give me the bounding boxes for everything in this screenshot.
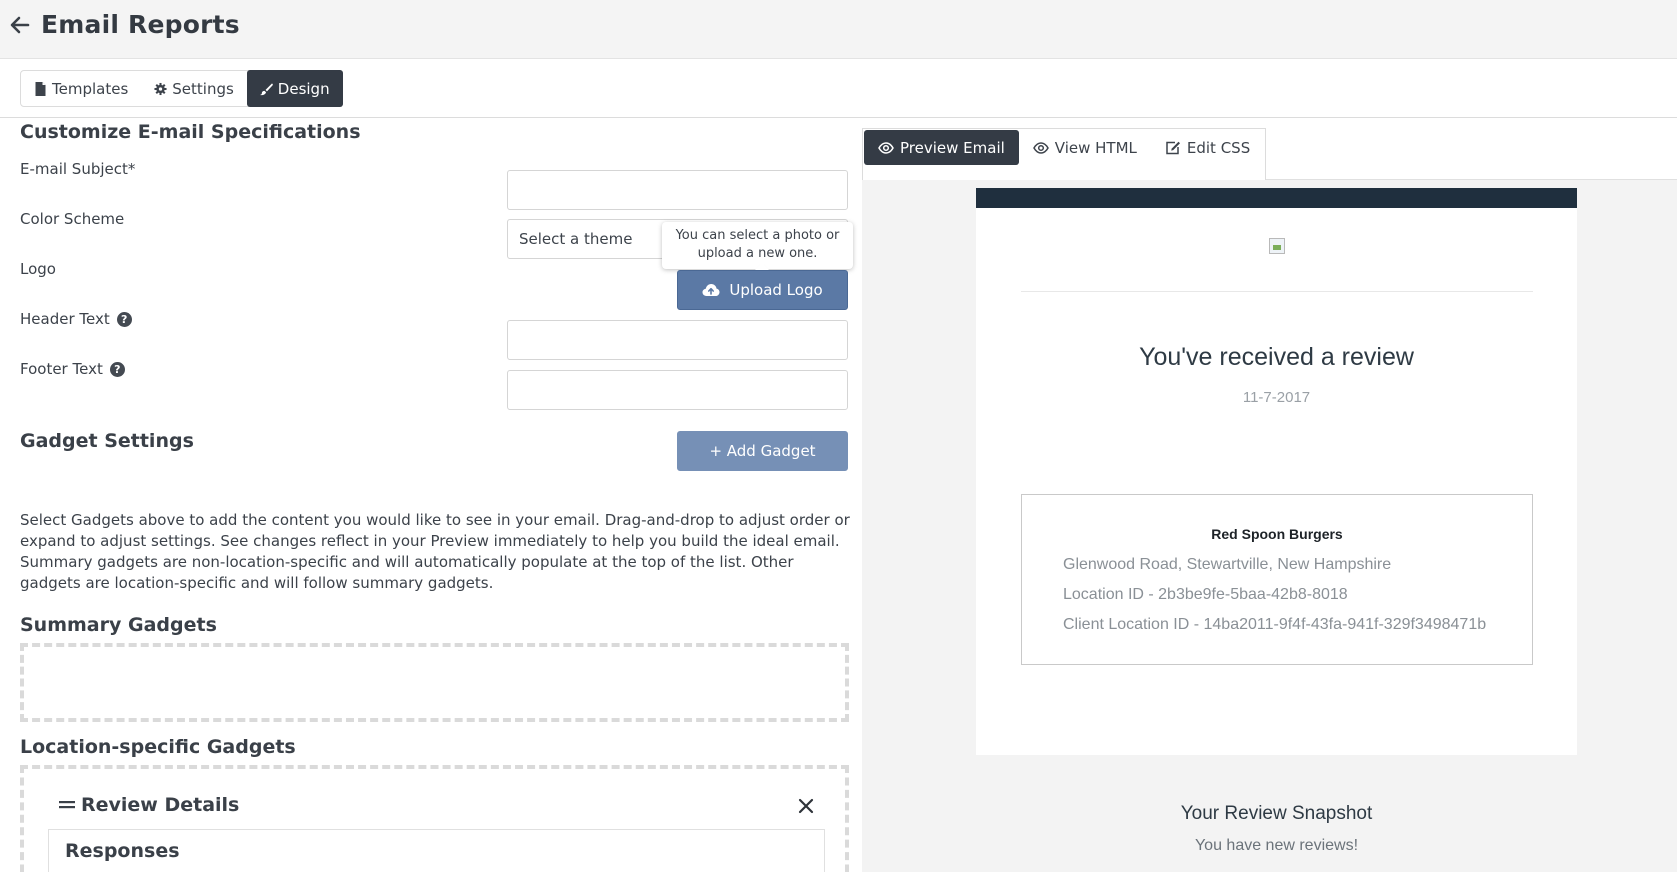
location-gadgets-heading: Location-specific Gadgets [20,736,296,758]
design-form-panel: Customize E-mail Specifications E-mail S… [0,118,862,872]
header-text-label: Header Text ? [20,310,132,328]
email-header-bar [976,188,1577,208]
tab-design[interactable]: Design [246,70,343,107]
tab-edit-css[interactable]: Edit CSS [1151,130,1264,165]
color-scheme-label-text: Color Scheme [20,210,125,228]
client-location-id: Client Location ID - 14ba2011-9f4f-43fa-… [1063,616,1487,633]
preview-panel: Preview Email View HTML Edit CSS You've … [862,118,1677,872]
tab-preview-email[interactable]: Preview Email [864,130,1019,165]
location-gadgets-dropzone[interactable]: Review Details Responses [20,765,849,872]
email-divider [1021,291,1533,292]
tab-design-label: Design [277,79,330,98]
tab-group: Templates Settings Design [20,70,343,107]
file-icon [35,81,46,96]
specifications-heading: Customize E-mail Specifications [20,121,361,143]
page-title: Email Reports [41,10,240,39]
edit-icon [1166,141,1180,154]
tab-settings[interactable]: Settings [141,71,247,106]
preview-tab-group: Preview Email View HTML Edit CSS [862,128,1267,180]
add-gadget-button[interactable]: + Add Gadget [677,431,848,471]
upload-logo-tooltip: You can select a photo or upload a new o… [662,222,853,269]
footer-text-input[interactable] [507,370,848,410]
location-address: Glenwood Road, Stewartville, New Hampshi… [1063,556,1392,573]
tab-edit-css-label: Edit CSS [1186,138,1251,157]
drag-handle-icon[interactable] [59,800,75,810]
review-snapshot: Your Review Snapshot You have new review… [976,755,1577,872]
cloud-upload-icon [702,284,720,296]
location-card: Red Spoon Burgers Glenwood Road, Stewart… [1021,494,1533,665]
broken-image-icon [1269,238,1285,254]
help-icon[interactable]: ? [109,361,125,377]
footer-text-label: Footer Text ? [20,360,125,378]
upload-logo-button[interactable]: Upload Logo [677,270,848,310]
eye-icon [1032,141,1049,154]
gadget-review-details[interactable]: Review Details [59,794,239,816]
gadget-title: Review Details [81,794,240,816]
logo-label: Logo [20,260,56,278]
header-text-label-text: Header Text [20,310,110,328]
location-name: Red Spoon Burgers [1211,526,1343,542]
brush-icon [259,82,273,95]
summary-gadgets-dropzone[interactable] [20,643,849,722]
eye-icon [878,141,894,154]
gadget-description: Select Gadgets above to add the content … [20,511,850,592]
location-id: Location ID - 2b3be9fe-5baa-42b8-8018 [1063,586,1348,603]
tab-view-html[interactable]: View HTML [1019,130,1151,165]
back-arrow-icon[interactable] [8,13,32,37]
top-bar: Email Reports [0,0,1677,59]
summary-gadgets-heading: Summary Gadgets [20,614,217,636]
tab-templates-label: Templates [52,79,129,98]
tab-preview-email-label: Preview Email [900,138,1005,157]
footer-text-label-text: Footer Text [20,360,103,378]
tab-bar: Templates Settings Design [0,59,1677,118]
logo-label-text: Logo [20,260,56,278]
upload-logo-label: Upload Logo [729,281,823,299]
subject-label: E-mail Subject* [20,160,135,178]
preview-toolbar: Preview Email View HTML Edit CSS [862,118,1677,180]
snapshot-title: Your Review Snapshot [1180,803,1373,824]
subject-input[interactable] [507,170,848,210]
close-icon[interactable] [796,796,816,816]
tab-view-html-label: View HTML [1054,138,1137,157]
help-icon[interactable]: ? [116,311,132,327]
tab-templates[interactable]: Templates [21,71,141,106]
email-title: You've received a review [1139,343,1414,371]
email-preview: You've received a review 11-7-2017 Red S… [976,188,1577,872]
gadget-responses-section: Responses [48,829,825,872]
email-date: 11-7-2017 [1242,389,1311,406]
color-scheme-label: Color Scheme [20,210,124,228]
color-scheme-placeholder: Select a theme [519,230,633,248]
gadget-settings-heading: Gadget Settings [20,430,194,452]
gear-icon [154,82,167,95]
tab-settings-label: Settings [172,79,234,98]
snapshot-subtitle: You have new reviews! [1194,837,1359,854]
subject-label-text: E-mail Subject* [20,160,136,178]
header-text-input[interactable] [507,320,848,360]
